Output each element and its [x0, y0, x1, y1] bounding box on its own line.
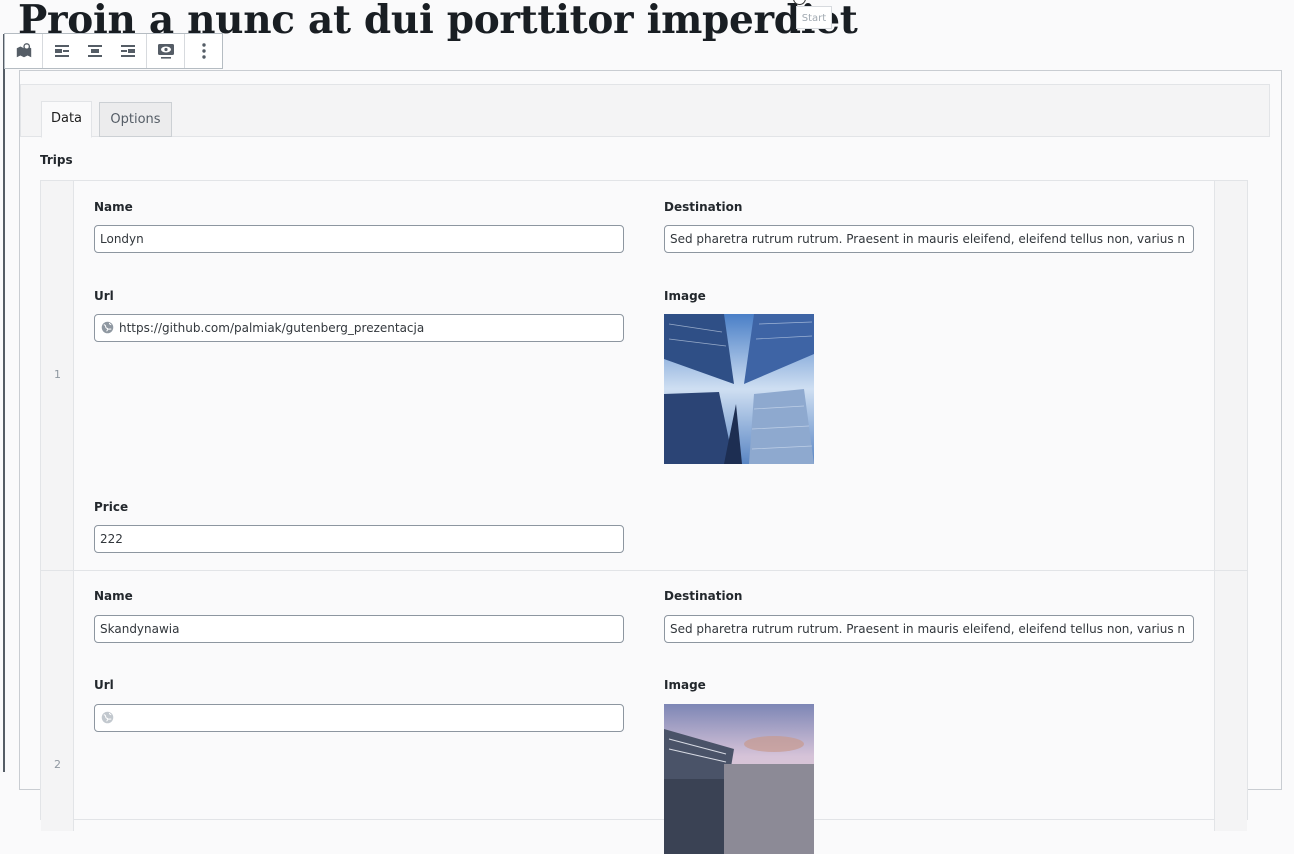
more-group [185, 34, 222, 68]
tab-options[interactable]: Options [99, 102, 172, 137]
row-index[interactable]: 2 [41, 571, 74, 831]
preview-group [147, 34, 185, 68]
destination-input[interactable]: Sed pharetra rutrum rutrum. Praesent in … [664, 615, 1194, 643]
image-label: Image [664, 678, 706, 692]
destination-input[interactable]: Sed pharetra rutrum rutrum. Praesent in … [664, 225, 1194, 253]
alignment-group [43, 34, 147, 68]
destination-label: Destination [664, 200, 743, 214]
row-index[interactable]: 1 [41, 181, 74, 570]
trip-row: 2 Name Skandynawia Destination Sed phare… [41, 571, 1247, 854]
globe-icon [101, 321, 114, 334]
align-center-icon[interactable] [78, 34, 111, 68]
block-selection-rail [3, 34, 5, 772]
tab-data[interactable]: Data [41, 101, 92, 138]
trips-repeater: 1 Name Londyn Destination Sed pharetra r… [40, 180, 1248, 854]
url-input[interactable]: https://github.com/palmiak/gutenberg_pre… [94, 314, 624, 342]
name-label: Name [94, 589, 133, 603]
preview-icon[interactable] [149, 34, 182, 68]
section-label: Trips [40, 153, 73, 167]
image-label: Image [664, 289, 706, 303]
destination-label: Destination [664, 589, 743, 603]
skyscraper-image[interactable] [664, 314, 814, 464]
block-type-group [5, 34, 43, 68]
landscape-image[interactable] [664, 704, 814, 854]
name-input[interactable]: Londyn [94, 225, 624, 253]
trips-block: Data Options Trips 1 Name Londyn Destina… [19, 70, 1282, 854]
row-index-number: 2 [54, 758, 61, 771]
row-handle[interactable] [1214, 181, 1247, 570]
row-index-number: 1 [54, 368, 61, 381]
url-label: Url [94, 678, 114, 692]
name-label: Name [94, 200, 133, 214]
block-toolbar [4, 33, 223, 69]
globe-icon [101, 711, 114, 724]
price-label: Price [94, 500, 129, 514]
url-label: Url [94, 289, 114, 303]
start-button[interactable]: Start [796, 6, 832, 29]
row-handle[interactable] [1214, 571, 1247, 831]
url-input[interactable] [94, 704, 624, 732]
tabs-bar: Data Options [20, 84, 1270, 138]
trip-row: 1 Name Londyn Destination Sed pharetra r… [41, 181, 1247, 571]
align-left-icon[interactable] [45, 34, 78, 68]
url-value: https://github.com/palmiak/gutenberg_pre… [119, 321, 425, 335]
align-right-icon[interactable] [111, 34, 144, 68]
name-input[interactable]: Skandynawia [94, 615, 624, 643]
more-options-icon[interactable] [187, 34, 220, 68]
map-marker-icon[interactable] [7, 34, 40, 68]
price-input[interactable]: 222 [94, 525, 624, 553]
